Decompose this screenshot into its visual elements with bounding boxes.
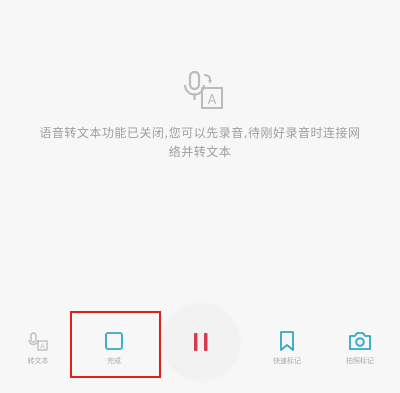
highlight-annotation-box <box>70 311 161 378</box>
bookmark-icon <box>280 331 294 351</box>
voice-to-text-label: 转文本 <box>27 357 49 365</box>
voice-to-text-icon: A <box>183 70 223 109</box>
photo-mark-label: 拍照标记 <box>346 357 374 365</box>
pause-button[interactable] <box>163 304 239 380</box>
status-message-line-1: 语音转文本功能已关闭,您可以先录音,待刚好录音时连接网 <box>39 126 361 140</box>
pause-icon <box>194 333 208 351</box>
svg-text:A: A <box>208 93 217 108</box>
recording-screen: A 语音转文本功能已关闭,您可以先录音,待刚好录音时连接网 络并转文本 A 转文… <box>0 0 400 393</box>
svg-text:A: A <box>40 343 45 351</box>
status-message-line-2: 络并转文本 <box>168 145 232 159</box>
photo-mark-button[interactable]: 拍照标记 <box>330 330 390 366</box>
camera-icon <box>349 332 371 350</box>
voice-to-text-small-icon: A <box>28 332 48 351</box>
recording-toolbar: A 转文本 完成 快速标记 拍照标记 <box>0 300 400 393</box>
quick-mark-label: 快速标记 <box>273 357 301 365</box>
quick-mark-button[interactable]: 快速标记 <box>257 330 317 366</box>
voice-to-text-button[interactable]: A 转文本 <box>8 330 68 366</box>
status-message: 语音转文本功能已关闭,您可以先录音,待刚好录音时连接网 络并转文本 <box>20 124 380 162</box>
